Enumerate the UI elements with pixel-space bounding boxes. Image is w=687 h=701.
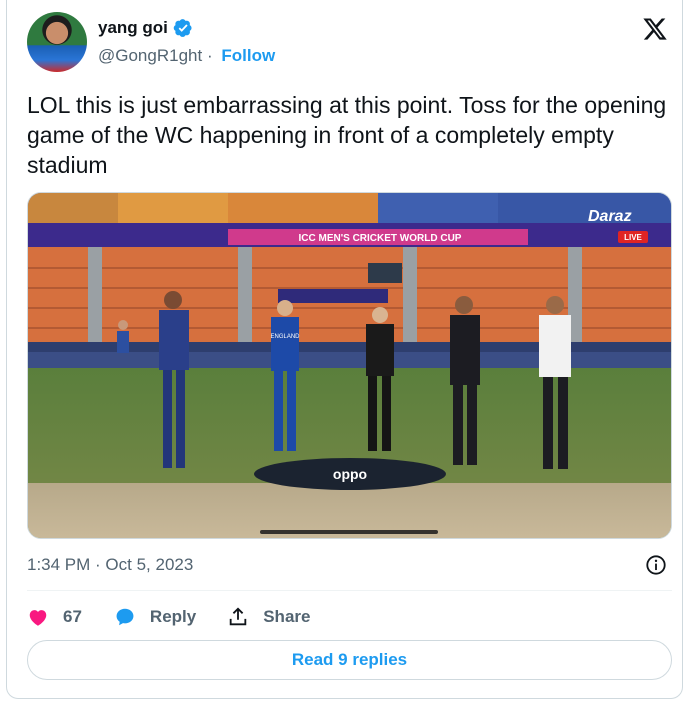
author-handle[interactable]: @GongR1ght <box>98 46 202 65</box>
tweet-actions: 67 Reply Share <box>27 602 310 632</box>
info-icon[interactable] <box>645 554 667 576</box>
share-upload-icon <box>229 607 247 626</box>
handle-separator: · <box>206 46 213 65</box>
jersey-text: ENGLAND <box>270 334 300 340</box>
reply-button[interactable]: Reply <box>114 606 196 628</box>
tweet-timestamp[interactable]: 1:34 PM · Oct 5, 2023 <box>27 555 193 575</box>
follow-button[interactable]: Follow <box>221 46 275 65</box>
live-badge: LIVE <box>624 233 642 242</box>
author-name-row: yang goi <box>98 18 193 38</box>
like-count: 67 <box>63 607 82 626</box>
stadium-photo: ICC MEN'S CRICKET WORLD CUP oppo ENGLAND… <box>28 193 671 538</box>
read-replies-button[interactable]: Read 9 replies <box>27 640 672 680</box>
tweet-media[interactable]: ICC MEN'S CRICKET WORLD CUP oppo ENGLAND… <box>27 192 672 539</box>
tweet-card: yang goi @GongR1ght · Follow LOL this is… <box>6 0 683 699</box>
verified-badge-icon <box>173 19 192 37</box>
author-avatar[interactable] <box>27 12 87 72</box>
share-label: Share <box>263 607 311 626</box>
reply-label: Reply <box>149 607 197 626</box>
share-button[interactable]: Share <box>227 606 310 628</box>
like-button[interactable]: 67 <box>27 606 82 628</box>
author-handle-row: @GongR1ght · Follow <box>98 46 275 66</box>
sponsor-mat-text: oppo <box>333 466 367 482</box>
divider <box>27 590 672 591</box>
x-logo-icon[interactable] <box>641 16 669 42</box>
broadcaster-logo: Daraz <box>588 208 632 225</box>
reply-bubble-icon <box>116 608 134 626</box>
author-display-name[interactable]: yang goi <box>98 18 168 38</box>
banner-text: ICC MEN'S CRICKET WORLD CUP <box>299 233 462 244</box>
tweet-text: LOL this is just embarrassing at this po… <box>27 92 667 178</box>
heart-icon <box>29 610 47 626</box>
